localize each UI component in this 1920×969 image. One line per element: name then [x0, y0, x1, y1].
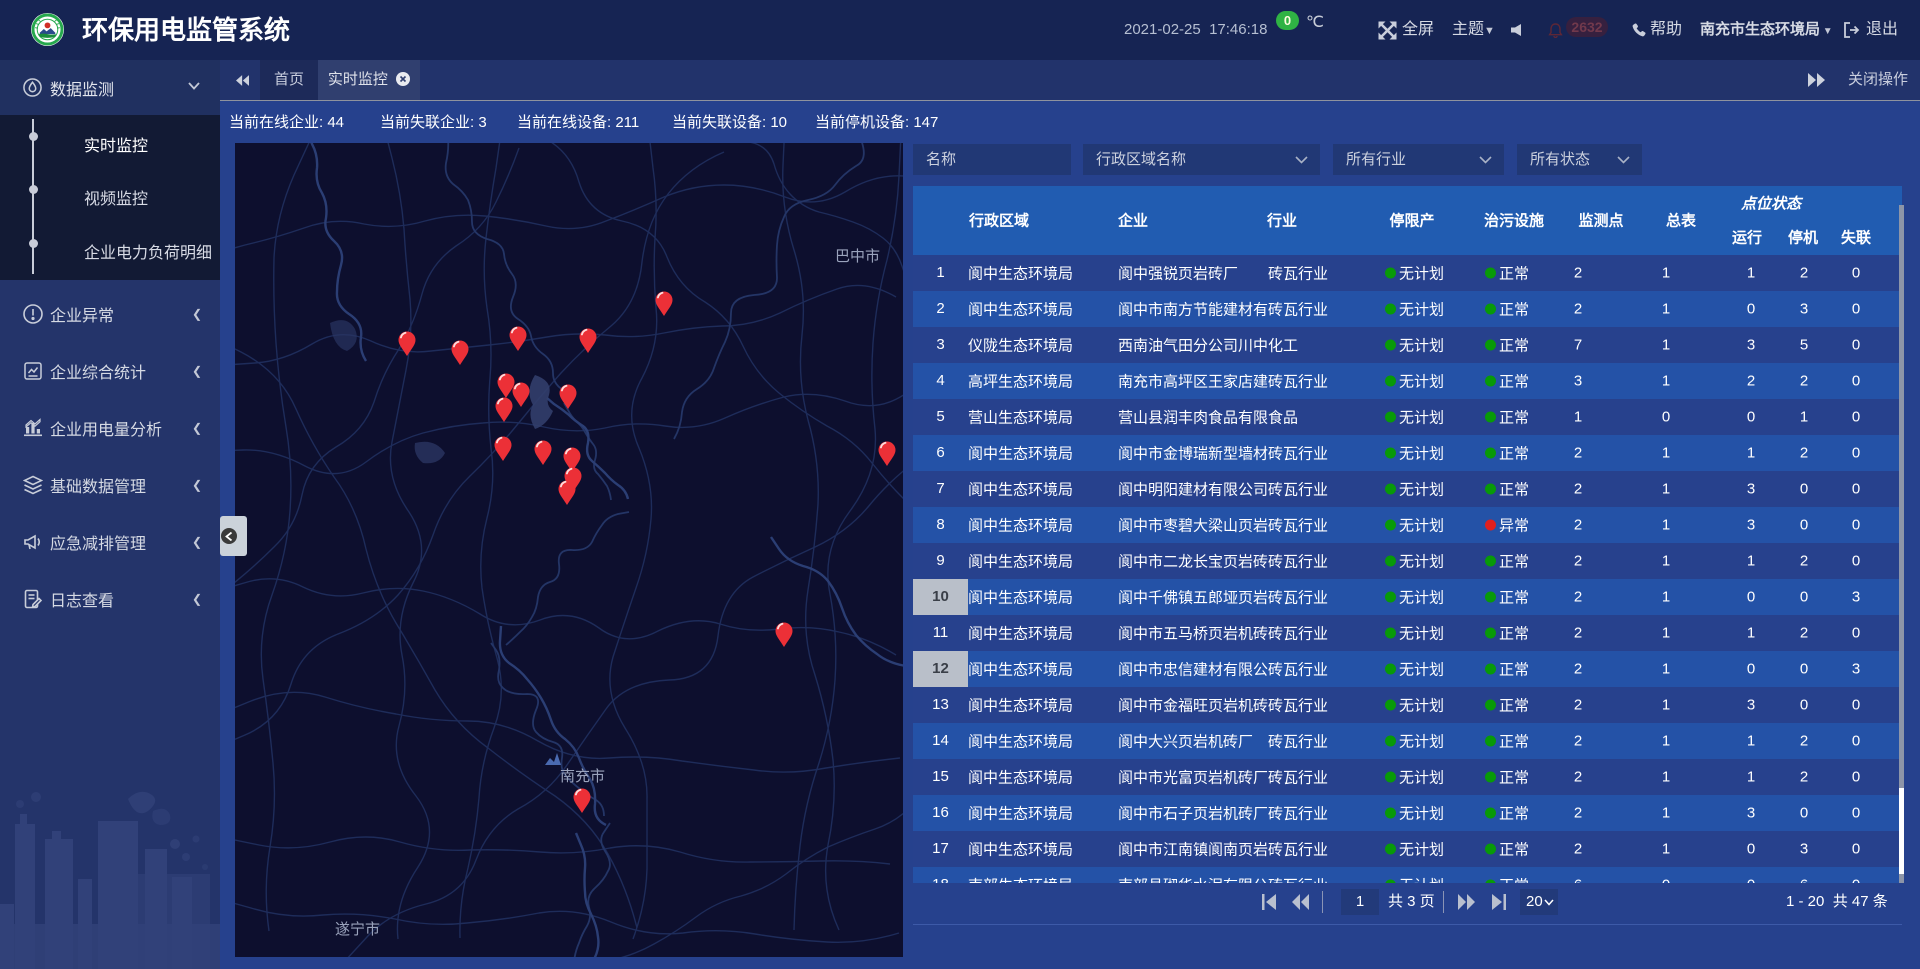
- svg-text:遂宁市: 遂宁市: [335, 921, 380, 938]
